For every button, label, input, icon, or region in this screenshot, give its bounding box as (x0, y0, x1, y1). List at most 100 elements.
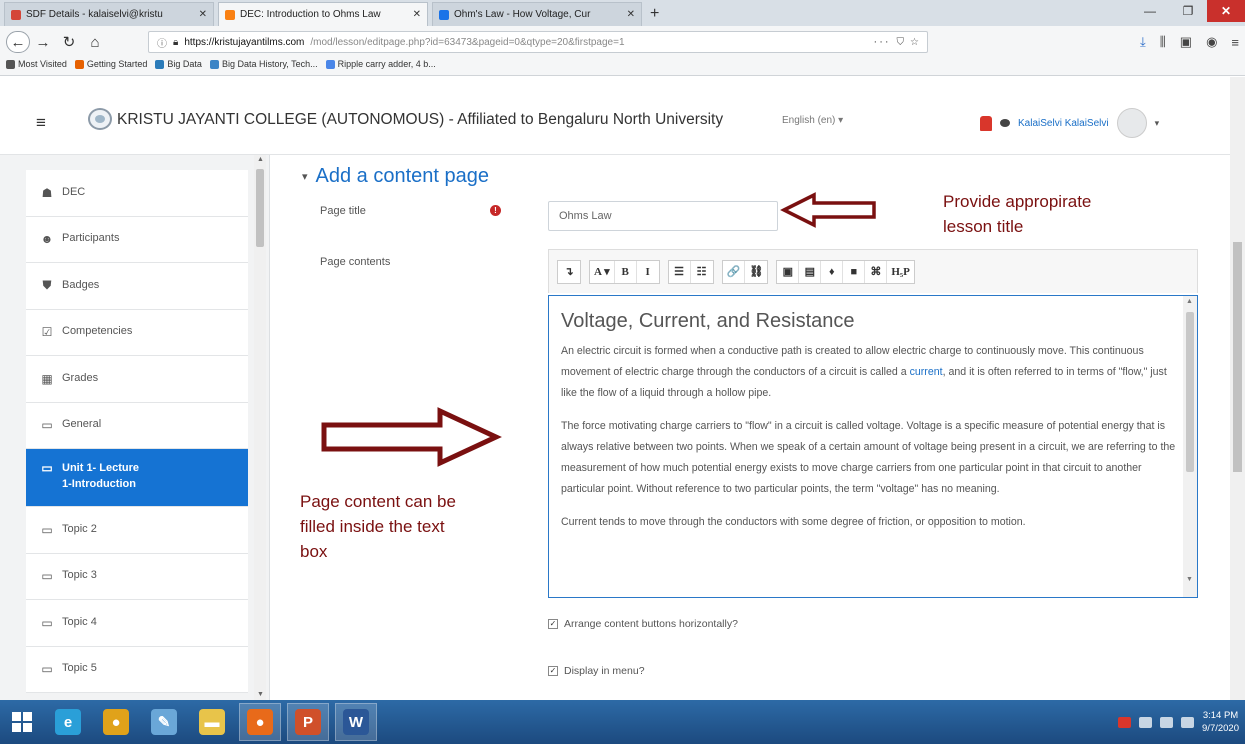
maximize-icon[interactable]: ❐ (1169, 0, 1207, 22)
close-tab-icon[interactable]: ✕ (199, 9, 207, 20)
close-tab-icon[interactable]: ✕ (413, 9, 421, 20)
window-close-icon[interactable]: ✕ (1207, 0, 1245, 22)
pocket-icon[interactable]: ⛉ (897, 37, 905, 48)
sidebar-item-topic-4[interactable]: ▭ Topic 4 (26, 600, 248, 647)
address-bar[interactable]: ⓘ 🔒︎ https://kristujayantilms.com/mod/le… (148, 31, 928, 53)
sidebar-icon[interactable]: ▣ (1180, 34, 1192, 50)
sidebar-item-grades[interactable]: ▦ Grades (26, 356, 248, 403)
sidebar-item-dec[interactable]: ☗ DEC (26, 170, 248, 217)
drawer-toggle-icon[interactable]: ≡ (36, 113, 46, 133)
college-logo[interactable] (88, 108, 112, 130)
drawer-scrollbar[interactable]: ▲ ▼ (254, 155, 266, 700)
page-title-input[interactable] (548, 201, 778, 231)
page-icon (209, 59, 219, 69)
download-icon[interactable]: ⤓ (1140, 34, 1146, 50)
course-nav-list: ☗ DEC ☻ Participants ⛊ Badges ☑ Competencies ▦ Gr… (26, 170, 248, 693)
back-icon[interactable]: ← (6, 31, 30, 53)
site-title[interactable]: KRISTU JAYANTI COLLEGE (AUTONOMOUS) - Af… (117, 111, 723, 129)
display-in-menu-checkbox[interactable]: ✓ (548, 666, 558, 676)
sidebar-item-general[interactable]: ▭ General (26, 402, 248, 449)
avatar[interactable] (1116, 108, 1147, 138)
taskbar-app[interactable]: P (287, 703, 329, 741)
reload-icon[interactable]: ↻ (56, 31, 82, 53)
page-scroll-thumb[interactable] (1233, 242, 1242, 472)
menu-icon[interactable]: ≡ (1231, 35, 1239, 50)
minimize-icon[interactable]: — (1131, 0, 1169, 22)
browser-tab-ohms-law[interactable]: Ohm's Law - How Voltage, Cur ✕ (432, 2, 642, 26)
toolbar-button[interactable]: ↴ (558, 261, 580, 283)
volume-icon[interactable] (1160, 716, 1174, 728)
toolbar-button[interactable]: ■ (843, 260, 866, 283)
taskbar-app[interactable]: W (335, 703, 377, 741)
bookmark-item[interactable]: Most Visited (6, 59, 67, 69)
sidebar-item-competencies[interactable]: ☑ Competencies (26, 309, 248, 356)
toolbar-button[interactable]: ▣ (777, 260, 800, 283)
current-link[interactable]: current (910, 366, 943, 378)
toolbar-button[interactable]: H₅P (887, 261, 914, 283)
sidebar-item-badges[interactable]: ⛊ Badges (26, 263, 248, 310)
taskbar-app[interactable]: ▬ (191, 703, 233, 741)
section-header[interactable]: ▾ Add a content page (302, 165, 489, 188)
new-tab-button[interactable]: + (650, 5, 659, 23)
toolbar-button[interactable]: ☷ (691, 261, 713, 283)
flag-icon[interactable] (1139, 716, 1153, 728)
sidebar-item-topic-2[interactable]: ▭ Topic 2 (26, 507, 248, 554)
taskbar-app[interactable]: ● (95, 703, 137, 741)
toolbar-button[interactable]: 🔗 (723, 260, 746, 283)
toolbar-group: ☰ ☷ (667, 259, 714, 284)
scroll-down-icon[interactable]: ▼ (257, 691, 264, 698)
browser-tab-dec[interactable]: DEC: Introduction to Ohms Law ✕ (218, 2, 428, 26)
horizontal-buttons-checkbox-row[interactable]: ✓ Arrange content buttons horizontally? (548, 618, 738, 630)
toolbar-button[interactable]: ♦ (821, 260, 844, 283)
chevron-down-icon[interactable]: ▾ (1155, 118, 1160, 129)
collapse-icon[interactable]: ▾ (302, 170, 308, 183)
sidebar-item-unit-1-lecture[interactable]: ▭ Unit 1- Lecture 1-Introduction (26, 449, 248, 507)
taskbar-app[interactable]: ✎ (143, 703, 185, 741)
checklist-icon: ☑ (41, 325, 53, 340)
library-icon[interactable]: ⫼ (1160, 34, 1166, 50)
forward-icon[interactable]: → (30, 31, 56, 53)
info-icon[interactable]: ⓘ (157, 35, 167, 50)
scroll-up-icon[interactable]: ▲ (257, 156, 264, 163)
sidebar-item-label: Competencies (62, 325, 133, 338)
bookmark-item[interactable]: Big Data (155, 59, 202, 69)
scroll-up-icon[interactable]: ▲ (1186, 298, 1193, 305)
scroll-down-icon[interactable]: ▼ (1186, 576, 1193, 583)
notification-icon[interactable] (980, 115, 992, 131)
home-icon[interactable]: ⌂ (82, 31, 108, 53)
toolbar-button[interactable]: I (637, 261, 659, 283)
tray-icon[interactable] (1118, 716, 1132, 728)
clock[interactable]: 3:14 PM 9/7/2020 (1202, 709, 1239, 735)
extension-icon[interactable]: ◉ (1206, 34, 1217, 50)
page-actions-icon[interactable]: ··· (874, 36, 891, 48)
message-icon[interactable] (1000, 119, 1010, 127)
toolbar-button[interactable]: B (615, 260, 637, 283)
page-scrollbar[interactable] (1230, 77, 1245, 700)
editor-scroll-thumb[interactable] (1186, 312, 1194, 472)
display-in-menu-checkbox-row[interactable]: ✓ Display in menu? (548, 665, 645, 677)
bookmark-item[interactable]: Big Data History, Tech... (209, 59, 318, 69)
editor-scrollbar[interactable]: ▲ ▼ (1183, 296, 1197, 597)
toolbar-button[interactable]: ⌘ (865, 260, 888, 283)
taskbar-app[interactable]: e (47, 703, 89, 741)
browser-tab-gmail[interactable]: SDF Details - kalaiselvi@kristu ✕ (4, 2, 214, 26)
toolbar-button[interactable]: A ▾ (590, 260, 615, 283)
bookmark-star-icon[interactable]: ☆ (910, 37, 919, 48)
sidebar-item-topic-5[interactable]: ▭ Topic 5 (26, 646, 248, 693)
start-button[interactable] (0, 700, 44, 744)
horizontal-buttons-checkbox[interactable]: ✓ (548, 619, 558, 629)
toolbar-button[interactable]: ☰ (669, 260, 691, 283)
toolbar-button[interactable]: ▤ (799, 260, 822, 283)
network-icon[interactable] (1181, 716, 1195, 728)
language-menu[interactable]: English (en) ▾ (782, 115, 843, 126)
sidebar-item-participants[interactable]: ☻ Participants (26, 216, 248, 263)
bookmark-item[interactable]: Getting Started (74, 59, 147, 69)
taskbar-app[interactable]: ● (239, 703, 281, 741)
drawer-scroll-thumb[interactable] (256, 169, 264, 247)
toolbar-button[interactable]: ⛓ (745, 261, 767, 283)
sidebar-item-topic-3[interactable]: ▭ Topic 3 (26, 553, 248, 600)
user-name[interactable]: KalaiSelvi KalaiSelvi (1018, 118, 1109, 129)
bookmark-item[interactable]: Ripple carry adder, 4 b... (325, 59, 436, 69)
close-tab-icon[interactable]: ✕ (627, 9, 635, 20)
page-contents-editor[interactable]: Voltage, Current, and Resistance An elec… (548, 295, 1198, 598)
